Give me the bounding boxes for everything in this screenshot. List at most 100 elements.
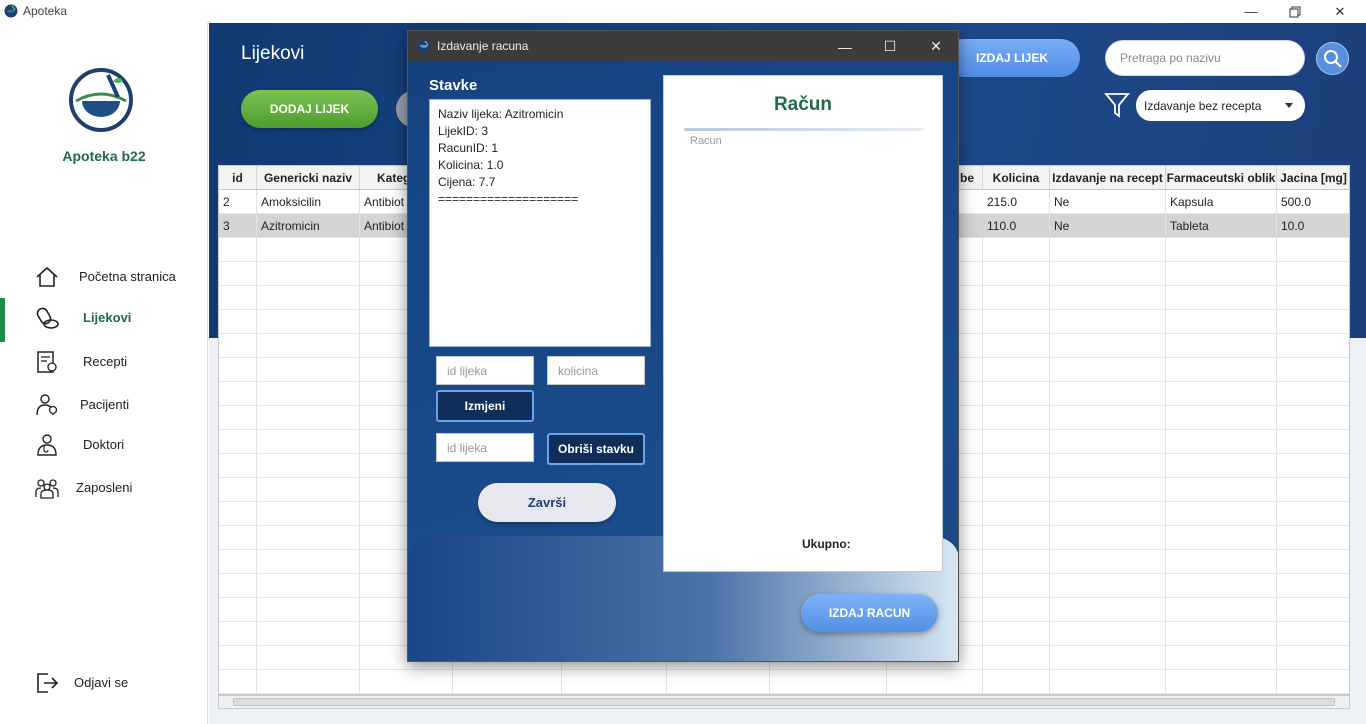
empty-cell [257, 574, 360, 598]
logout-button[interactable]: Odjavi se [0, 663, 208, 703]
update-item-button[interactable]: Izmjeni [436, 390, 534, 422]
close-button[interactable]: ✕ [1317, 0, 1363, 23]
empty-cell [1050, 502, 1166, 526]
empty-cell [983, 574, 1050, 598]
empty-cell [219, 406, 257, 430]
restore-button[interactable] [1272, 0, 1318, 23]
search-input[interactable] [1105, 40, 1305, 76]
cell-strength: 500.0 [1277, 190, 1349, 214]
empty-cell [219, 310, 257, 334]
empty-cell [1166, 382, 1277, 406]
add-medicine-button[interactable]: DODAJ LIJEK [241, 90, 378, 128]
sidebar-item-doktori[interactable]: Doktori [0, 425, 208, 465]
empty-cell [257, 646, 360, 670]
empty-cell [983, 358, 1050, 382]
dialog-title: Izdavanje racuna [437, 39, 529, 53]
empty-cell [1277, 478, 1349, 502]
empty-cell [1050, 646, 1166, 670]
sidebar-item-label: Doktori [83, 437, 125, 452]
apoteka-logo [69, 68, 133, 132]
mortar-pestle-icon [4, 4, 18, 18]
empty-cell [562, 670, 667, 694]
empty-cell [1050, 478, 1166, 502]
prescription-icon [37, 351, 57, 373]
empty-cell [983, 550, 1050, 574]
empty-cell [1050, 550, 1166, 574]
invoice-content-placeholder: Racun [690, 135, 722, 147]
active-indicator [0, 298, 5, 342]
empty-cell [1166, 622, 1277, 646]
empty-cell [257, 550, 360, 574]
empty-cell [257, 286, 360, 310]
empty-cell [1166, 598, 1277, 622]
empty-cell [1277, 622, 1349, 646]
sidebar-item-label: Lijekovi [83, 310, 132, 325]
empty-cell [1166, 454, 1277, 478]
cell-form: Tableta [1166, 214, 1277, 238]
empty-cell [1166, 670, 1277, 694]
delete-item-button[interactable]: Obriši stavku [547, 433, 645, 465]
empty-cell [667, 670, 770, 694]
invoice-title: Račun [773, 94, 833, 115]
empty-cell [887, 670, 983, 694]
column-header[interactable]: Jacina [mg] [1277, 166, 1349, 190]
empty-cell [1277, 406, 1349, 430]
empty-cell [1166, 238, 1277, 262]
sidebar-item-lijekovi[interactable]: Lijekovi [0, 298, 208, 342]
delete-medicine-id-input[interactable] [436, 433, 534, 462]
minimize-button[interactable]: — [1228, 0, 1274, 23]
empty-cell [770, 670, 887, 694]
empty-cell [983, 430, 1050, 454]
scrollbar-thumb[interactable] [233, 698, 1335, 706]
empty-cell [983, 478, 1050, 502]
empty-cell [983, 382, 1050, 406]
empty-cell [360, 670, 453, 694]
patient-icon [36, 394, 58, 416]
sidebar-item-recepti[interactable]: Recepti [0, 342, 208, 382]
empty-cell [1050, 430, 1166, 454]
dispensing-filter-select[interactable]: Izdavanje bez recepta [1136, 90, 1305, 121]
sidebar-item-zaposleni[interactable]: Zaposleni [0, 468, 208, 508]
empty-cell [257, 334, 360, 358]
issue-invoice-button[interactable]: IZDAJ RACUN [801, 594, 938, 632]
empty-cell [1166, 286, 1277, 310]
empty-cell [983, 622, 1050, 646]
items-textarea[interactable]: Naziv lijeka: Azitromicin LijekID: 3 Rac… [429, 99, 651, 347]
dialog-minimize-button[interactable]: — [822, 31, 868, 62]
pills-icon [36, 307, 59, 329]
empty-cell [983, 526, 1050, 550]
empty-cell [1050, 574, 1166, 598]
sidebar-item-pacijenti[interactable]: Pacijenti [0, 385, 208, 425]
empty-cell [219, 670, 257, 694]
column-header[interactable]: Farmaceutski oblik [1166, 166, 1277, 190]
empty-cell [1277, 646, 1349, 670]
empty-cell [219, 550, 257, 574]
dialog-maximize-button[interactable]: ☐ [867, 31, 913, 62]
column-header[interactable]: Kolicina [983, 166, 1050, 190]
finish-button[interactable]: Završi [478, 483, 616, 522]
empty-cell [257, 382, 360, 406]
page-title: Lijekovi [241, 43, 305, 64]
sidebar-item-pocetna[interactable]: Početna stranica [0, 257, 208, 297]
issue-medicine-button[interactable]: IZDAJ LIJEK [944, 39, 1080, 77]
empty-cell [1050, 382, 1166, 406]
dialog-close-button[interactable]: ✕ [913, 31, 958, 62]
cell-prescription: Ne [1050, 190, 1166, 214]
column-header[interactable]: id [219, 166, 257, 190]
empty-cell [257, 430, 360, 454]
column-header[interactable]: Genericki naziv [257, 166, 360, 190]
empty-cell [983, 286, 1050, 310]
empty-cell [1166, 358, 1277, 382]
empty-cell [257, 358, 360, 382]
empty-cell [219, 334, 257, 358]
empty-cell [1166, 550, 1277, 574]
empty-cell [983, 502, 1050, 526]
home-icon [36, 266, 58, 287]
empty-cell [983, 238, 1050, 262]
quantity-input[interactable] [547, 356, 645, 385]
search-button[interactable] [1316, 42, 1349, 75]
medicine-id-input[interactable] [436, 356, 534, 385]
horizontal-scrollbar[interactable] [218, 695, 1350, 709]
empty-cell [1277, 454, 1349, 478]
column-header[interactable]: Izdavanje na recept [1050, 166, 1166, 190]
